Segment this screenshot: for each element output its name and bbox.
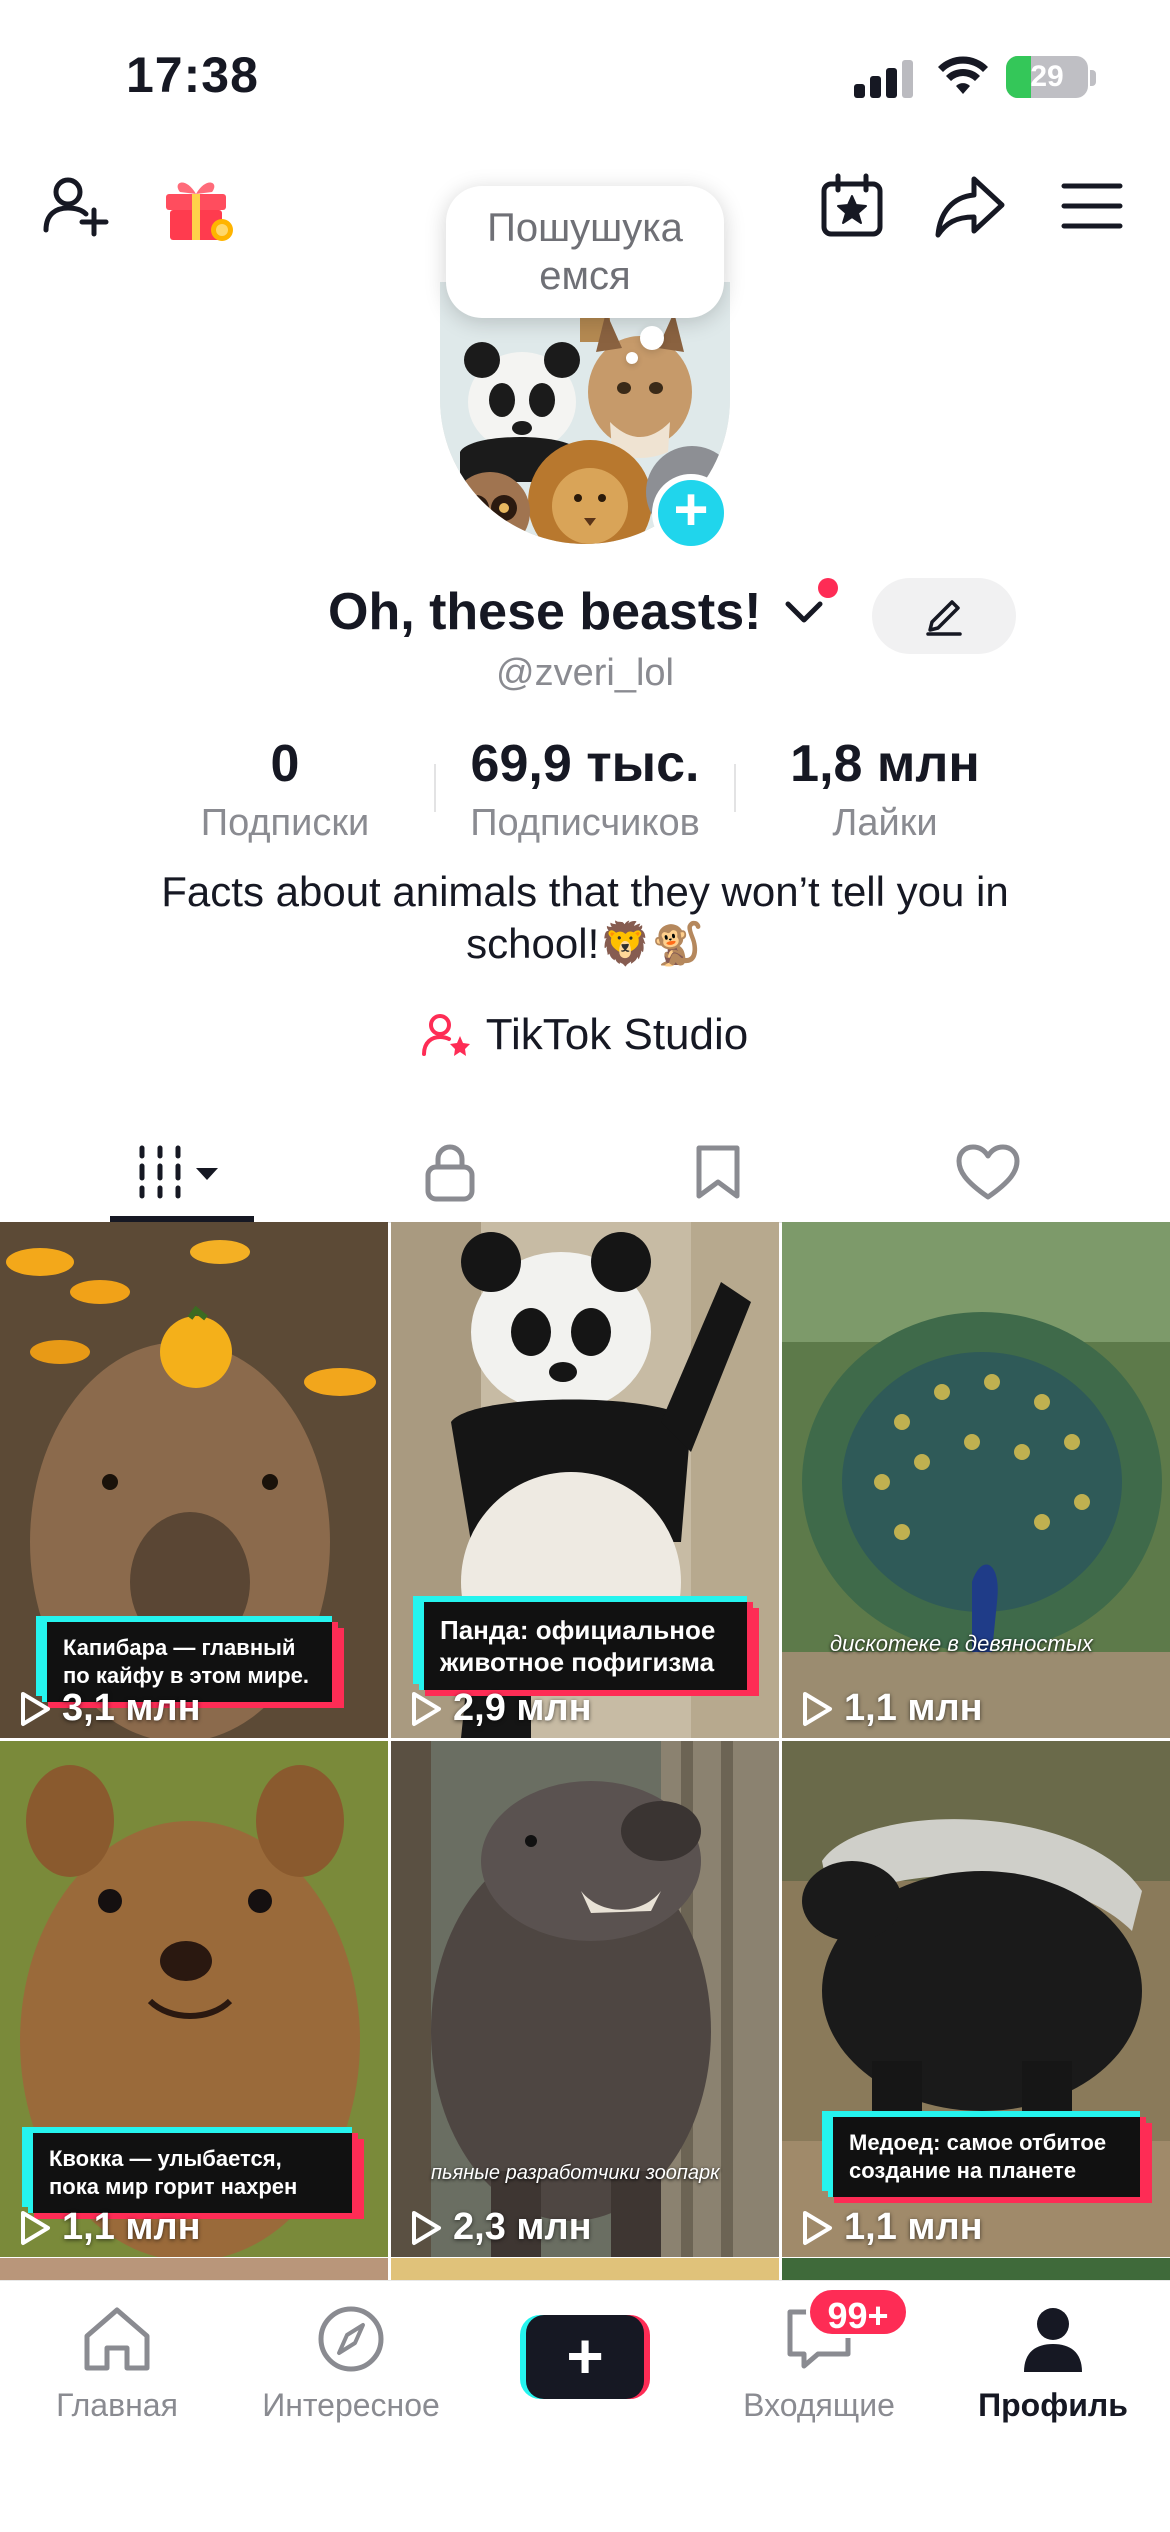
gift-icon[interactable] [160, 170, 236, 246]
play-icon [803, 1691, 832, 1726]
video-views-count: 1,1 млн [62, 2206, 201, 2248]
play-icon [412, 2210, 441, 2245]
bio-line-1: Facts about animals that they won’t tell… [161, 868, 1009, 915]
bio-line-2: school!🦁🐒 [466, 920, 704, 967]
battery-cap [1090, 70, 1096, 86]
stat-followers-value: 69,9 тыс. [470, 735, 700, 793]
tiktok-studio-label: TikTok Studio [485, 1010, 749, 1059]
home-icon [84, 2307, 150, 2371]
battery-level: 29 [1030, 60, 1064, 93]
video-caption: Медоед: самое отбитое создание на планет… [828, 2117, 1146, 2197]
tab-videos[interactable] [36, 1120, 328, 1224]
add-friend-icon[interactable] [36, 166, 116, 246]
nav-home[interactable]: Главная [0, 2301, 234, 2424]
wifi-icon [938, 56, 988, 94]
video-tile[interactable]: Медоед: самое отбитое создание на планет… [782, 1741, 1170, 2257]
tab-liked[interactable] [842, 1120, 1134, 1224]
video-tile[interactable]: Капибара — главный по кайфу в этом мире.… [0, 1222, 388, 1738]
video-views-count: 2,3 млн [453, 2206, 592, 2248]
add-avatar-button[interactable]: + [652, 474, 730, 552]
nav-profile[interactable]: Профиль [936, 2301, 1170, 2424]
stat-following-value: 0 [270, 735, 300, 793]
edit-profile-button[interactable] [872, 578, 1016, 654]
lock-icon [425, 1144, 475, 1202]
video-tile[interactable]: дискотеке в девяностых 1,1 млн [782, 1222, 1170, 1738]
video-views-count: 1,1 млн [844, 1687, 983, 1729]
video-caption: пьяные разработчики зоопарк [431, 2162, 720, 2184]
nav-inbox-label: Входящие [743, 2387, 895, 2423]
stat-followers-label: Подписчиков [470, 802, 700, 844]
calendar-star-icon[interactable] [812, 166, 892, 246]
nav-profile-label: Профиль [978, 2387, 1128, 2423]
video-tile-peek[interactable] [782, 2258, 1170, 2280]
name-row: Oh, these beasts! [0, 578, 1170, 658]
video-views: 3,1 млн [18, 1687, 201, 1730]
profile-stats: 0 Подписки 69,9 тыс. Подписчиков 1,8 млн… [0, 734, 1170, 844]
note-line-2: емся [539, 254, 631, 298]
play-icon [803, 2210, 832, 2245]
stat-divider [734, 764, 736, 812]
video-caption: Панда: официальное животное пофигизма [419, 1602, 753, 1690]
bottom-nav: Главная Интересное + Входящие Профиль [0, 2280, 1170, 2532]
edit-icon [926, 600, 962, 636]
notification-dot [818, 578, 838, 598]
chevron-down-icon[interactable] [784, 598, 824, 626]
menu-icon[interactable] [1052, 166, 1132, 246]
video-views: 1,1 млн [800, 1687, 983, 1730]
grid-icon [139, 1145, 218, 1199]
note-bubble-tail [640, 326, 664, 350]
video-tile[interactable]: Панда: официальное животное пофигизма 2,… [391, 1222, 779, 1738]
bookmark-icon [696, 1145, 740, 1199]
username: @zveri_lol [496, 652, 674, 694]
status-bar: 17:38 29 [0, 0, 1170, 150]
video-views-count: 3,1 млн [62, 1687, 201, 1729]
nav-discover-label: Интересное [262, 2387, 440, 2423]
video-views: 1,1 млн [18, 2206, 201, 2249]
plus-icon: + [526, 2315, 644, 2399]
video-views-count: 1,1 млн [844, 2206, 983, 2248]
note-bubble-tail-small [626, 352, 638, 364]
video-tile[interactable]: Квокка — улыбается, пока мир горит нахре… [0, 1741, 388, 2257]
profile-icon [1024, 2308, 1082, 2372]
video-views: 2,9 млн [409, 1687, 592, 1730]
note-line-1: Пошушука [487, 206, 683, 250]
stat-likes-value: 1,8 млн [790, 735, 980, 793]
stat-following[interactable]: 0 Подписки [180, 734, 390, 845]
stat-following-label: Подписки [200, 802, 370, 844]
video-tile-peek[interactable] [0, 2258, 388, 2280]
video-views: 1,1 млн [800, 2206, 983, 2249]
profile-tabs [0, 1120, 1170, 1224]
stat-likes-label: Лайки [832, 802, 938, 844]
create-button[interactable]: + [520, 2315, 650, 2399]
status-time: 17:38 [126, 47, 259, 103]
nav-discover[interactable]: Интересное [234, 2301, 468, 2424]
video-caption: дискотеке в девяностых [830, 1631, 1093, 1656]
video-tile-peek[interactable] [391, 2258, 779, 2280]
play-icon [21, 2210, 50, 2245]
compass-icon [318, 2306, 384, 2372]
tab-saved[interactable] [572, 1120, 864, 1224]
stat-divider [434, 764, 436, 812]
video-views: 2,3 млн [409, 2206, 592, 2249]
creator-star-icon [421, 1014, 470, 1056]
play-icon [21, 1691, 50, 1726]
note-bubble[interactable]: Пошушука емся [446, 186, 724, 318]
nav-home-label: Главная [56, 2387, 178, 2423]
tiktok-studio-link[interactable]: TikTok Studio [0, 1010, 1170, 1074]
video-thumbnail [782, 1222, 1170, 1738]
stat-likes[interactable]: 1,8 млн Лайки [760, 734, 1010, 845]
display-name[interactable]: Oh, these beasts! [328, 582, 761, 642]
video-tile[interactable]: пьяные разработчики зоопарк 2,3 млн [391, 1741, 779, 2257]
profile-bio: Facts about animals that they won’t tell… [80, 866, 1090, 970]
signal-icon [854, 58, 914, 98]
inbox-badge: 99+ [806, 2286, 910, 2338]
tab-private[interactable] [304, 1120, 596, 1224]
share-icon[interactable] [930, 166, 1010, 246]
battery-icon: 29 [1006, 56, 1088, 98]
play-icon [412, 1691, 441, 1726]
video-caption: Квокка — улыбается, пока мир горит нахре… [28, 2133, 358, 2213]
video-views-count: 2,9 млн [453, 1687, 592, 1729]
heart-icon [956, 1144, 1020, 1200]
stat-followers[interactable]: 69,9 тыс. Подписчиков [440, 734, 730, 845]
